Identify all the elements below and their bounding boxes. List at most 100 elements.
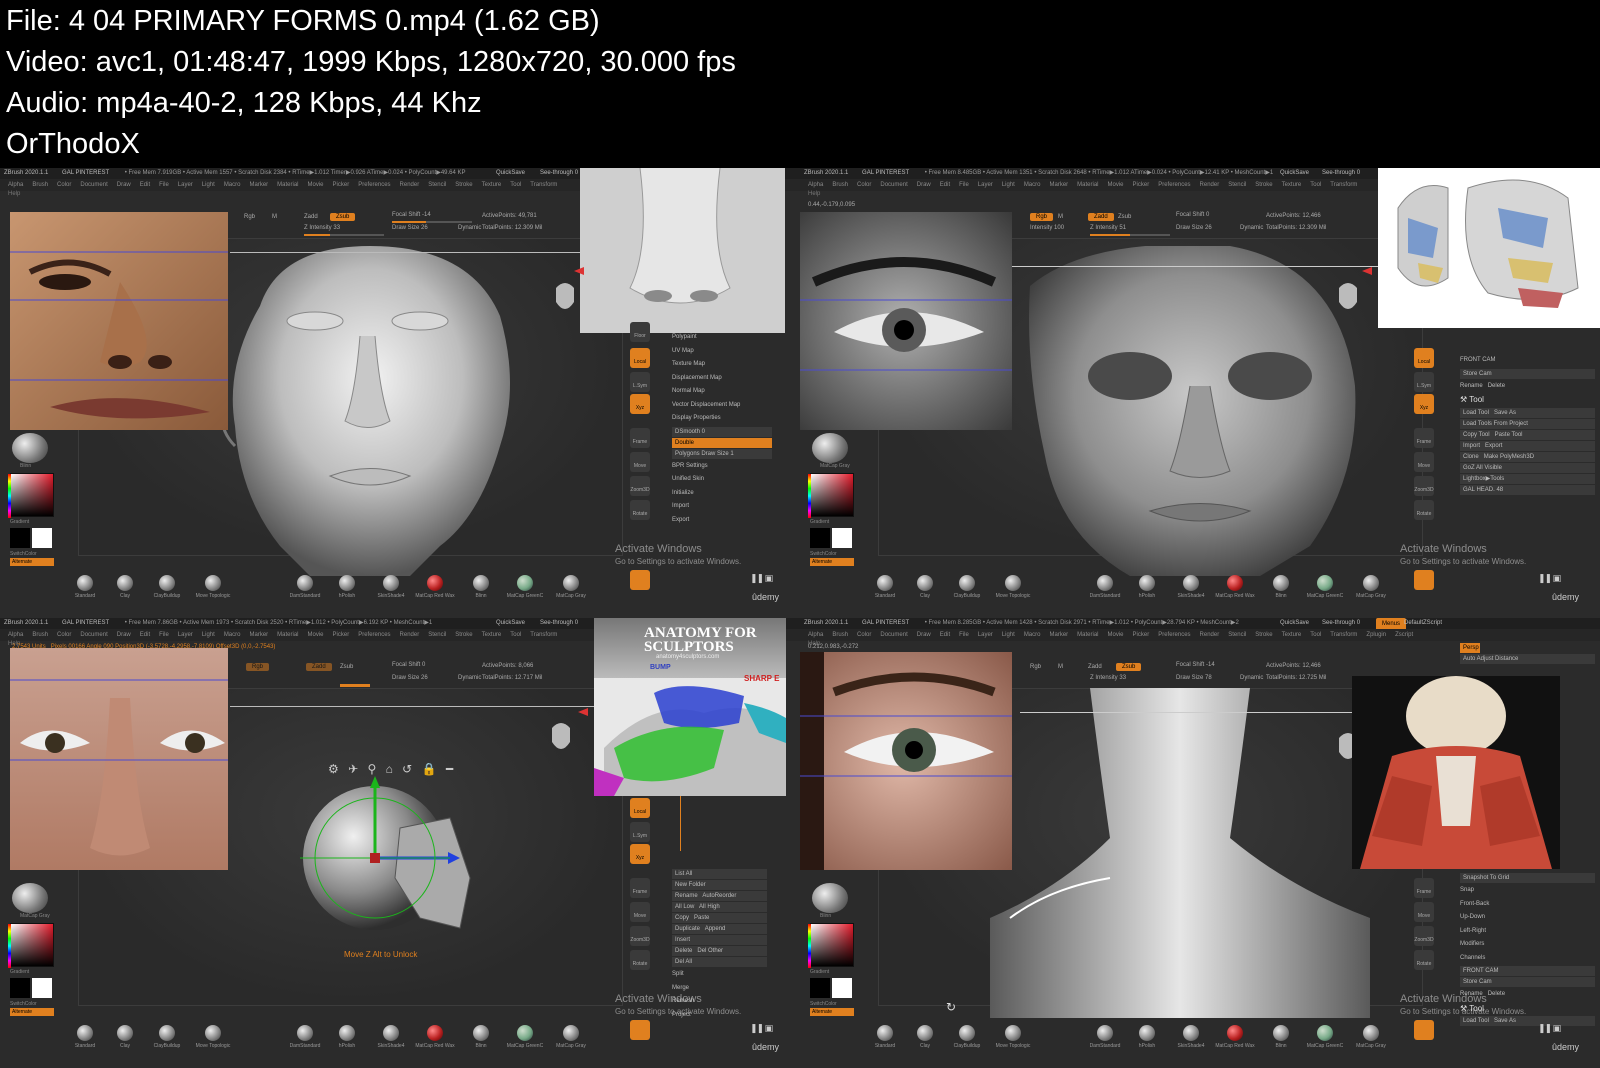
menu-material[interactable]: Material: [277, 182, 298, 188]
secondary-color-swatch[interactable]: [32, 978, 52, 998]
load-tools-from-project-button[interactable]: Load Tools From Project: [1460, 418, 1595, 429]
see-through-slider[interactable]: See-through 0: [540, 618, 578, 629]
menu-transform[interactable]: Transform: [530, 632, 557, 638]
rename-button[interactable]: Rename: [675, 893, 698, 899]
lsym-button[interactable]: L.Sym: [1414, 372, 1434, 392]
menu-tool[interactable]: Tool: [510, 182, 521, 188]
autoreorder-button[interactable]: AutoReorder: [702, 893, 736, 899]
menu-document[interactable]: Document: [80, 182, 107, 188]
local-button[interactable]: Local: [1414, 348, 1434, 368]
duplicate-button[interactable]: Duplicate: [675, 926, 700, 932]
gizmo-options-icons[interactable]: ⚙ ✈ ⚲ ⌂ ↺ 🔒 ━: [328, 762, 456, 776]
normal-map-menu[interactable]: Normal Map: [672, 385, 772, 399]
dsmooth-slider[interactable]: DSmooth 0: [672, 426, 772, 437]
xyz-button[interactable]: Xyz: [630, 844, 650, 864]
menu-stencil[interactable]: Stencil: [428, 632, 446, 638]
secondary-color-swatch[interactable]: [32, 528, 52, 548]
import-button[interactable]: Import: [1463, 443, 1480, 449]
menu-color[interactable]: Color: [57, 182, 71, 188]
menu-transform[interactable]: Transform: [1330, 632, 1357, 638]
zsub-toggle[interactable]: Zsub: [1118, 214, 1131, 220]
material-gray[interactable]: MatCap Gray: [546, 1023, 596, 1055]
brush-claybuildup[interactable]: ClayBuildup: [942, 1023, 992, 1055]
visible-button[interactable]: Visible: [1484, 465, 1502, 471]
default-zscript-button[interactable]: DefaultZScript: [1404, 618, 1442, 629]
menu-render[interactable]: Render: [400, 632, 420, 638]
menu-stroke[interactable]: Stroke: [1255, 182, 1272, 188]
brush-tool-icon[interactable]: [1414, 570, 1434, 590]
menu-document[interactable]: Document: [880, 632, 907, 638]
rgb-toggle[interactable]: Rgb: [1030, 213, 1054, 221]
material-sphere-icon[interactable]: [12, 883, 48, 913]
menu-light[interactable]: Light: [1002, 632, 1015, 638]
all-low-button[interactable]: All Low: [675, 904, 694, 910]
displacement-map-menu[interactable]: Displacement Map: [672, 372, 772, 386]
pause-icon[interactable]: ❚❚ ▣: [1538, 1023, 1561, 1034]
switch-color-button[interactable]: SwitchColor: [10, 1001, 37, 1007]
menu-preferences[interactable]: Preferences: [358, 182, 390, 188]
menu-document[interactable]: Document: [80, 632, 107, 638]
material-gray[interactable]: MatCap Gray: [1346, 1023, 1396, 1055]
material-sphere-icon[interactable]: [12, 433, 48, 463]
help-menu[interactable]: Help: [808, 191, 820, 197]
dynamic-toggle[interactable]: Dynamic: [1240, 675, 1263, 681]
menu-draw[interactable]: Draw: [917, 182, 931, 188]
menu-alpha[interactable]: Alpha: [808, 182, 823, 188]
menu-color[interactable]: Color: [857, 182, 871, 188]
menu-layer[interactable]: Layer: [178, 632, 193, 638]
menu-tool[interactable]: Tool: [510, 632, 521, 638]
copy-button[interactable]: Copy: [675, 915, 689, 921]
menu-stencil[interactable]: Stencil: [1228, 182, 1246, 188]
dynamic-toggle[interactable]: Dynamic: [1240, 225, 1263, 231]
zsub-toggle[interactable]: Zsub: [330, 213, 356, 221]
brush-move-topologic[interactable]: Move Topologic: [988, 573, 1038, 605]
brush-hpolish[interactable]: hPolish: [322, 573, 372, 605]
del-all-button[interactable]: Del All: [672, 957, 767, 967]
material-skinshade4[interactable]: SkinShade4: [366, 573, 416, 605]
help-menu[interactable]: Help: [8, 191, 20, 197]
front-back-menu[interactable]: Front-Back: [1460, 898, 1595, 912]
brush-tool-icon[interactable]: [630, 570, 650, 590]
list-all-button[interactable]: List All: [672, 869, 767, 879]
menu-render[interactable]: Render: [400, 182, 420, 188]
lightbox-tools-button[interactable]: Lightbox▶Tools: [1460, 473, 1595, 484]
menu-movie[interactable]: Movie: [308, 182, 324, 188]
menu-preferences[interactable]: Preferences: [1158, 632, 1190, 638]
menu-movie[interactable]: Movie: [308, 632, 324, 638]
quicksave-button[interactable]: QuickSave: [1280, 618, 1309, 629]
frame-button[interactable]: Frame: [1414, 878, 1434, 898]
frame-button[interactable]: Frame: [630, 878, 650, 898]
lsym-button[interactable]: L.Sym: [630, 822, 650, 842]
material-skinshade4[interactable]: SkinShade4: [1166, 573, 1216, 605]
menu-edit[interactable]: Edit: [940, 182, 950, 188]
menu-marker[interactable]: Marker: [1049, 632, 1068, 638]
menu-zplugin[interactable]: Zplugin: [1366, 632, 1386, 638]
zsub-toggle[interactable]: Zsub: [340, 664, 353, 670]
menu-layer[interactable]: Layer: [978, 632, 993, 638]
z-intensity-slider[interactable]: [340, 684, 370, 687]
load-tool-button[interactable]: Load Tool: [1463, 1018, 1489, 1024]
menu-alpha[interactable]: Alpha: [8, 632, 23, 638]
material-blinn[interactable]: Blinn: [456, 573, 506, 605]
secondary-color-swatch[interactable]: [832, 978, 852, 998]
xyz-button[interactable]: Xyz: [1414, 394, 1434, 414]
material-gray[interactable]: MatCap Gray: [1346, 573, 1396, 605]
import-menu[interactable]: Import: [672, 500, 772, 514]
delete-button[interactable]: Delete: [675, 948, 692, 954]
color-picker[interactable]: [808, 923, 854, 968]
floor-button[interactable]: Floor: [630, 322, 650, 342]
menu-color[interactable]: Color: [57, 632, 71, 638]
menu-stencil[interactable]: Stencil: [1228, 632, 1246, 638]
menu-light[interactable]: Light: [202, 632, 215, 638]
menu-macro[interactable]: Macro: [224, 182, 241, 188]
zoom3d-button[interactable]: Zoom3D: [630, 926, 650, 946]
move-button[interactable]: Move: [630, 452, 650, 472]
del-other-button[interactable]: Del Other: [697, 948, 723, 954]
dynamic-toggle[interactable]: Dynamic: [458, 225, 481, 231]
menu-file[interactable]: File: [959, 182, 969, 188]
zadd-toggle[interactable]: Zadd: [306, 663, 332, 671]
quicksave-button[interactable]: QuickSave: [1280, 168, 1309, 179]
goz-button[interactable]: GoZ: [1463, 465, 1475, 471]
menu-picker[interactable]: Picker: [333, 182, 350, 188]
material-redwax[interactable]: MatCap Red Wax: [410, 573, 460, 605]
